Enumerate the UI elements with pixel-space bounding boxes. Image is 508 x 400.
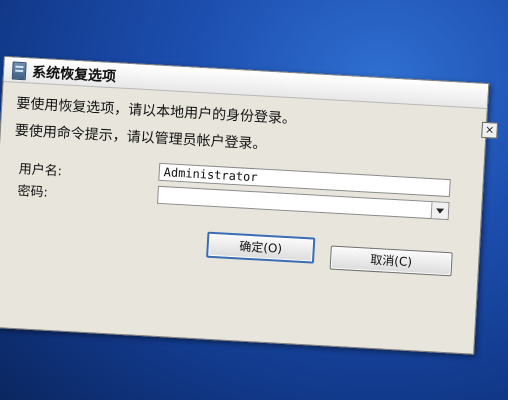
- ok-button[interactable]: 确定(O): [206, 231, 316, 264]
- close-icon[interactable]: ×: [481, 121, 499, 139]
- password-label: 密码:: [17, 183, 49, 201]
- system-recovery-dialog: 系统恢复选项 × 要使用恢复选项，请以本地用户的身份登录。 要使用命令提示，请以…: [0, 56, 499, 355]
- desktop-background: 系统恢复选项 × 要使用恢复选项，请以本地用户的身份登录。 要使用命令提示，请以…: [0, 0, 508, 400]
- instruction-line-2: 要使用命令提示，请以管理员帐户登录。: [14, 122, 267, 153]
- cancel-button[interactable]: 取消(C): [329, 245, 453, 277]
- dialog-title: 系统恢复选项: [31, 64, 117, 86]
- username-label: 用户名:: [18, 162, 63, 180]
- recovery-app-icon: [11, 61, 27, 81]
- dropdown-arrow-icon[interactable]: [430, 202, 449, 220]
